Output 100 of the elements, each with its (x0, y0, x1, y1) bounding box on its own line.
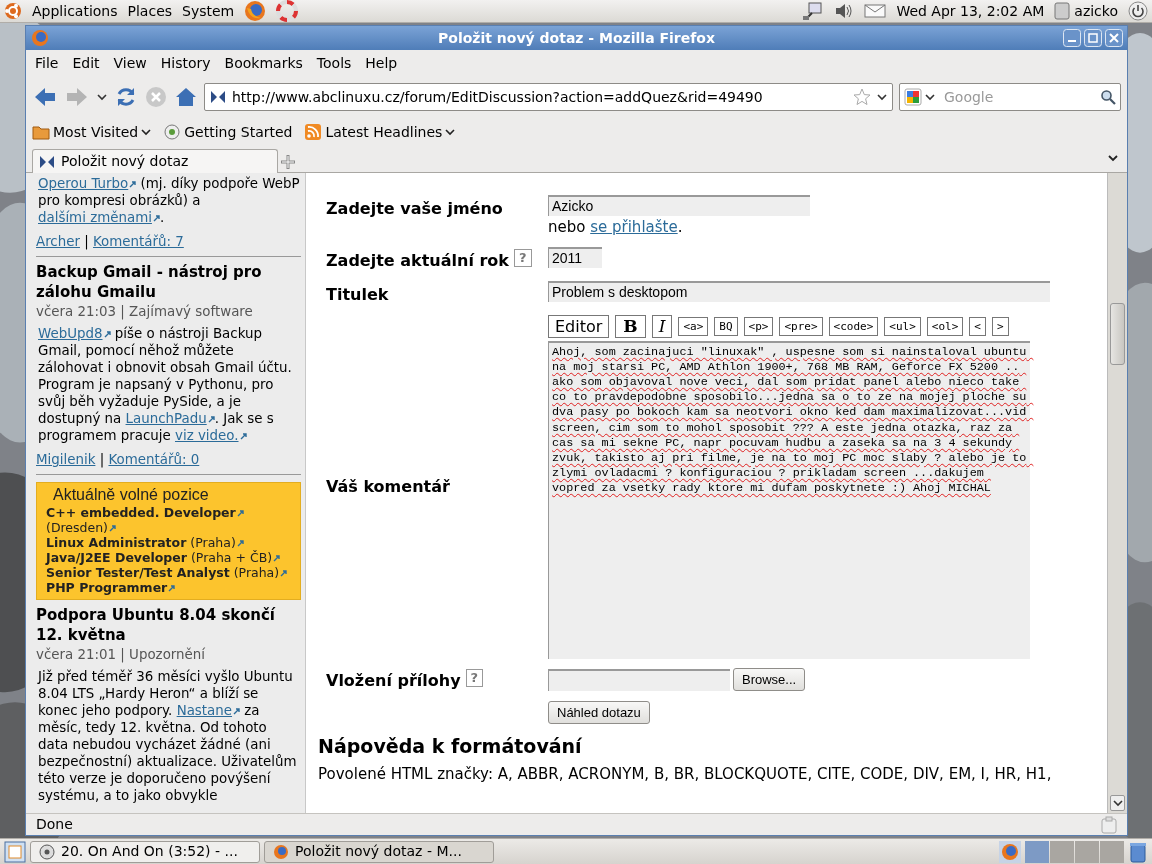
field-label: Váš komentář (326, 475, 450, 498)
new-tab-icon[interactable] (278, 152, 298, 172)
link[interactable]: WebUpd8 (38, 326, 111, 341)
link[interactable]: viz video. (175, 428, 247, 443)
editor-button[interactable]: <ul> (884, 316, 921, 336)
home-icon[interactable] (174, 85, 198, 109)
scroll-thumb[interactable] (1110, 303, 1125, 365)
feed-icon (304, 123, 323, 141)
editor-button[interactable]: B (615, 314, 646, 338)
scroll-down-icon[interactable] (1112, 799, 1123, 807)
folder-icon (32, 123, 50, 141)
job-link[interactable]: C++ embedded. Developer (46, 505, 291, 520)
bookmark[interactable]: Getting Started (163, 121, 293, 143)
comment-field[interactable]: Ahoj, som zacinajuci "linuxak" , uspesne som si nainstaloval ubuntu na moj starsi PC, AMD Athlon 1900+, 768 MB RAM, Geforce FX 5200 .. ako som objavoval nove veci, dal som pridat panel alebo nieco take co to pravdepodobne sposobilo...jedna sa o to ze na mojej ploche su dva pasy po bokoch kam sa neotvori okno ked dam maximalizovat...vid screen, cim som to mohol sposobit ??? A este jedna otazka, raz za cas sa mi sekne PC, napr pocuvam hudbu a zaseka sa na 3 4 sekundy zvuk, takisto aj pri filme, je na to moj PC moc slaby ? alebo je to zlymi ovladacmi ? konfiguraciou ? prikladam screen ...dakujem vopred za vsetky rady ktore mi dufam poskytnete :) Ahoj MICHAL (548, 340, 1030, 659)
link[interactable]: Operou Turbo (38, 176, 137, 191)
menu-item[interactable]: Help (358, 52, 405, 75)
network-icon[interactable] (802, 1, 825, 21)
menu-item[interactable]: File (28, 52, 66, 75)
article-text: Operou Turbo (mj. díky podpoře WebP pro kompresi obrázků) a dalšími změnami . (38, 175, 301, 226)
taskbar-button[interactable]: 20. On And On (3:52) - ... (30, 840, 260, 863)
panel-menu[interactable]: System (182, 0, 235, 22)
editor-button[interactable]: Editor (548, 314, 610, 338)
minimize-icon[interactable] (1063, 29, 1081, 47)
caret-icon[interactable] (1107, 153, 1119, 163)
job-link[interactable]: Senior Tester/Test Analyst (Praha) (46, 565, 291, 580)
workspace-switcher[interactable] (1025, 840, 1124, 863)
mail-icon[interactable] (864, 3, 887, 19)
tab[interactable]: Položit nový dotaz (32, 149, 278, 173)
job-link[interactable]: (Dresden) (46, 520, 291, 535)
field-label: Vložení přílohy (326, 669, 461, 692)
menu-item[interactable]: View (106, 52, 154, 75)
link[interactable]: Nastane (176, 703, 241, 718)
search-icon[interactable] (1100, 89, 1116, 105)
show-desktop-icon[interactable] (4, 840, 26, 863)
editor-button[interactable]: <a> (678, 316, 709, 336)
close-icon[interactable] (1105, 29, 1123, 47)
external-link-icon (233, 708, 241, 715)
panel-menu[interactable]: Applications (32, 0, 118, 22)
link[interactable]: Migilenik (36, 452, 96, 467)
caret-icon[interactable] (96, 92, 108, 102)
link[interactable]: se přihlašte (590, 218, 678, 236)
browse-button[interactable]: Browse... (733, 667, 806, 692)
help-icon[interactable] (276, 0, 299, 22)
job-link[interactable]: PHP Programmer (46, 580, 291, 595)
link[interactable]: Komentářů: 0 (108, 452, 200, 467)
link[interactable]: Archer (36, 234, 80, 249)
scrollbar[interactable] (1107, 173, 1127, 813)
browser-icon[interactable] (244, 0, 267, 22)
help-button[interactable]: ? (465, 668, 484, 687)
job-link[interactable]: Linux Administrator (Praha) (46, 535, 291, 550)
editor-button[interactable]: <p> (743, 316, 774, 336)
trash-icon[interactable] (1128, 840, 1148, 863)
file-field[interactable] (548, 668, 730, 691)
panel-title: Aktuálně volné pozice (53, 487, 210, 502)
menu-item[interactable]: Tools (309, 52, 359, 75)
taskbar-button[interactable]: Položit nový dotaz - M... (264, 840, 494, 863)
caret-icon (141, 128, 152, 136)
help-button[interactable]: ? (514, 248, 532, 267)
maximize-icon[interactable] (1084, 29, 1102, 47)
search-engine-icon[interactable] (904, 88, 938, 106)
external-link-icon (273, 555, 281, 562)
logo-icon[interactable] (4, 2, 22, 20)
address-field[interactable]: http://www.abclinuxu.cz/forum/EditDiscussion?action=addQuez&rid=49490 (204, 83, 893, 111)
user-menu[interactable]: azicko (1054, 0, 1118, 22)
menu-item[interactable]: Bookmarks (217, 52, 310, 75)
status-text: Done (36, 815, 73, 834)
caret-icon (445, 128, 456, 136)
caret-icon[interactable] (876, 92, 888, 102)
clock[interactable]: Wed Apr 13, 2:02 AM (896, 0, 1045, 22)
input-field[interactable]: Problem s desktopom (548, 280, 1050, 302)
link[interactable]: Komentářů: 7 (93, 234, 184, 249)
input-field[interactable]: Azicko (548, 195, 810, 216)
editor-button[interactable]: <ol> (926, 316, 964, 336)
article-meta: včera 21:03 | Zajímavý software (36, 303, 254, 320)
bookmark[interactable]: Latest Headlines (304, 121, 456, 143)
editor-button[interactable]: < (969, 316, 986, 336)
browser-icon[interactable] (999, 840, 1021, 863)
panel-menu[interactable]: Places (127, 0, 173, 22)
preview-button[interactable]: Náhled dotazu (548, 700, 650, 724)
job-link[interactable]: Java/J2EE Developer (Praha + ČB) (46, 550, 291, 565)
editor-button[interactable]: I (651, 314, 673, 338)
editor-button[interactable]: > (991, 316, 1009, 336)
editor-button[interactable]: <code> (828, 316, 879, 336)
link[interactable]: LaunchPadu (125, 411, 215, 426)
link[interactable]: dalšími změnami (38, 210, 160, 225)
external-link-icon (129, 181, 137, 188)
menu-item[interactable]: Edit (65, 52, 107, 75)
bookmark[interactable]: Most Visited (32, 121, 152, 143)
external-link-icon (109, 525, 116, 532)
power-icon[interactable] (1128, 1, 1148, 21)
editor-button[interactable]: BQ (714, 316, 738, 336)
menu-item[interactable]: History (153, 52, 218, 75)
external-link-icon (280, 570, 288, 577)
volume-icon[interactable] (834, 2, 855, 20)
browser-icon (273, 843, 289, 860)
star-icon[interactable] (853, 88, 871, 106)
search-box[interactable]: Google (899, 83, 1121, 111)
editor-button[interactable]: <pre> (779, 316, 823, 336)
stop-icon (144, 85, 168, 109)
input-field[interactable]: 2011 (548, 246, 602, 268)
